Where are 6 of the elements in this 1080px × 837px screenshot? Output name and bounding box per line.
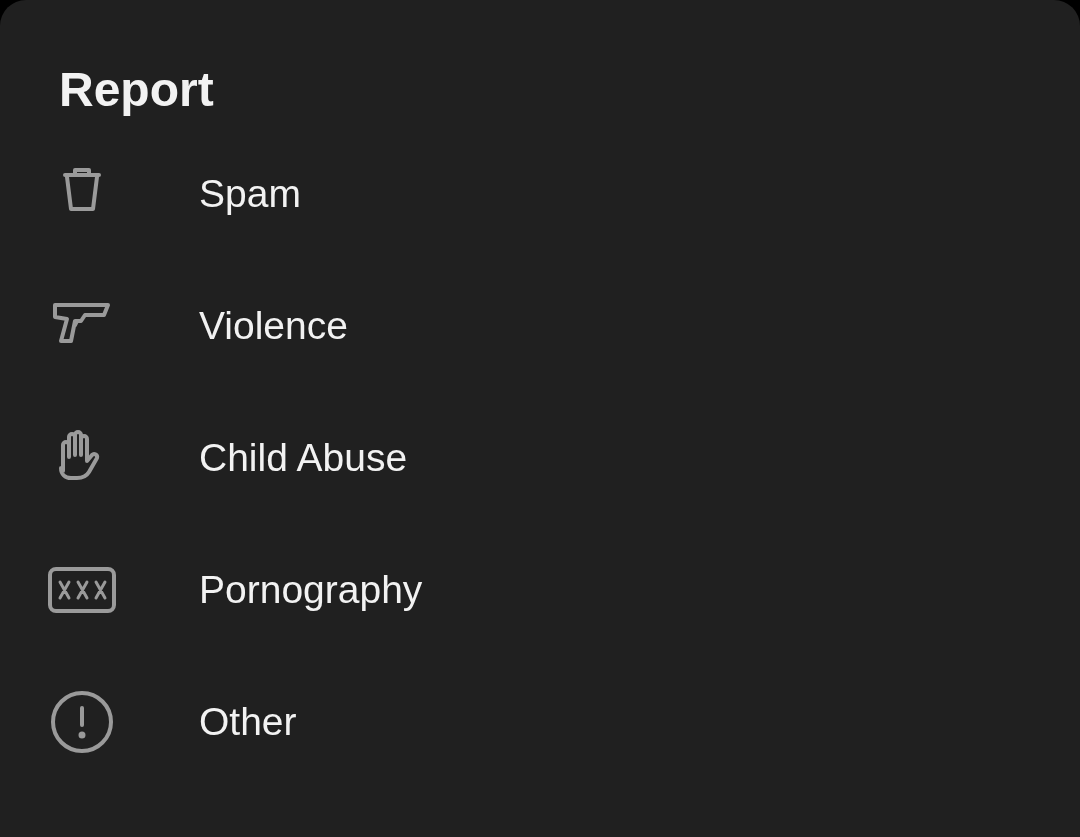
report-option[interactable]: Other — [0, 656, 1080, 788]
sheet-title: Report — [58, 62, 215, 118]
report-option[interactable]: Violence — [0, 260, 1080, 392]
report-option[interactable]: Spam — [0, 128, 1080, 260]
report-option[interactable]: Pornography — [0, 524, 1080, 656]
report-option[interactable]: Child Abuse — [0, 392, 1080, 524]
